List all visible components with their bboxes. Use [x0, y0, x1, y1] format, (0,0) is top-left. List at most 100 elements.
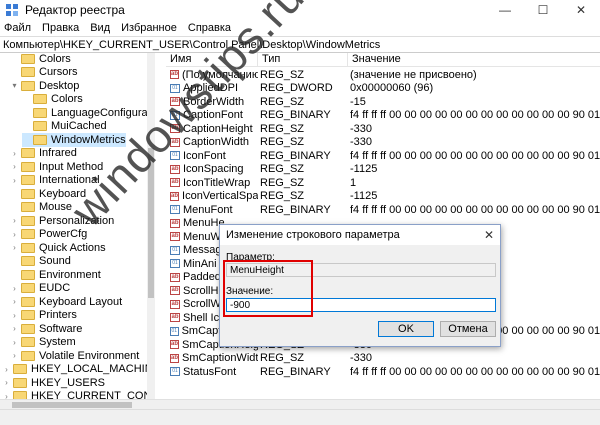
chevron-right-icon[interactable]: › — [10, 176, 19, 185]
ok-button[interactable]: OK — [378, 321, 434, 337]
value-name-cell: ab CaptionWidth — [166, 136, 258, 148]
chevron-right-icon[interactable]: › — [10, 311, 19, 320]
chevron-right-icon[interactable]: › — [10, 324, 19, 333]
tree-item[interactable]: › PowerCfg — [10, 228, 87, 242]
value-row[interactable]: ab CaptionWidth REG_SZ -330 — [166, 136, 600, 150]
tree-item-label: Mouse — [39, 201, 73, 214]
tree-item[interactable]: WindowMetrics — [22, 133, 126, 147]
cancel-button[interactable]: Отмена — [440, 321, 496, 337]
folder-icon — [21, 215, 35, 226]
folder-icon — [21, 269, 35, 280]
menu-favorites[interactable]: Избранное — [121, 22, 177, 34]
horizontal-scrollbar[interactable] — [0, 399, 600, 409]
tree-item[interactable]: › HKEY_USERS — [2, 376, 105, 390]
chevron-right-icon[interactable]: › — [10, 351, 19, 360]
folder-icon — [33, 107, 47, 118]
value-row[interactable]: ab CaptionHeight REG_SZ -330 — [166, 122, 600, 136]
value-name: CaptionWidth — [183, 136, 250, 149]
value-name-cell: ab IconSpacing — [166, 163, 258, 175]
tree-item[interactable]: Colors — [10, 53, 71, 66]
menu-help[interactable]: Справка — [188, 22, 231, 34]
column-value[interactable]: Значение — [348, 53, 600, 66]
tree-item[interactable]: Keyboard — [10, 187, 86, 201]
tree-item[interactable]: › International — [10, 174, 99, 188]
tree-item[interactable]: LanguageConfiguration — [22, 106, 154, 120]
tree-item[interactable]: › Personalization — [10, 214, 114, 228]
title-bar: Редактор реестра — ☐ ✕ — [0, 0, 600, 20]
value-name: Messag — [183, 244, 222, 257]
tree-item[interactable]: › Printers — [10, 309, 77, 323]
binary-value-icon: 01 — [170, 245, 180, 255]
tree-item[interactable]: MuiCached — [22, 120, 107, 134]
tree-item-label: WindowMetrics — [51, 133, 126, 146]
value-name-cell: ab BorderWidth — [166, 96, 258, 108]
tree-item[interactable]: ▾ Desktop — [10, 79, 79, 93]
chevron-right-icon[interactable]: › — [10, 284, 19, 293]
tree-item[interactable]: Colors — [22, 93, 83, 107]
maximize-button[interactable]: ☐ — [524, 0, 562, 20]
value-type: REG_SZ — [260, 136, 305, 149]
address-bar[interactable]: Компьютер\HKEY_CURRENT_USER\Control Pane… — [0, 36, 600, 53]
menu-edit[interactable]: Правка — [42, 22, 79, 34]
hscroll-thumb[interactable] — [12, 402, 132, 408]
tree-scrollbar[interactable] — [147, 53, 155, 399]
address-path: Компьютер\HKEY_CURRENT_USER\Control Pane… — [3, 38, 381, 51]
chevron-right-icon[interactable]: › — [2, 392, 11, 399]
chevron-right-icon[interactable]: › — [10, 243, 19, 252]
tree-item[interactable]: Cursors — [10, 66, 78, 80]
value-row[interactable]: 01 MenuFont REG_BINARY f4 ff ff ff 00 00 00… — [166, 203, 600, 217]
tree-item-label: Sound — [39, 255, 71, 268]
value-row[interactable]: ab (По умолчанию) REG_SZ (значение не присв… — [166, 68, 600, 82]
chevron-right-icon[interactable]: › — [10, 162, 19, 171]
tree-item[interactable]: › HKEY_LOCAL_MACHINE — [2, 363, 154, 377]
minimize-button[interactable]: — — [486, 0, 524, 20]
value-name-cell: ab IconTitleWrap — [166, 177, 258, 189]
tree-item[interactable]: › EUDC — [10, 282, 70, 296]
value-row[interactable]: 01 CaptionFont REG_BINARY f4 ff ff ff 00 00… — [166, 109, 600, 123]
menu-view[interactable]: Вид — [90, 22, 110, 34]
chevron-right-icon[interactable]: › — [10, 216, 19, 225]
value-type: REG_SZ — [260, 68, 305, 81]
value-row[interactable]: ab IconTitleWrap REG_SZ 1 — [166, 176, 600, 190]
tree-item-label: Desktop — [39, 79, 80, 92]
value-name-cell: ab SmCaptionWidth — [166, 352, 258, 364]
column-type[interactable]: Тип — [258, 53, 348, 66]
tree-item-label: HKEY_CURRENT_CONFIG — [31, 390, 154, 399]
value-name-cell: 01 StatusFont — [166, 366, 258, 378]
string-value-icon: ab — [170, 313, 180, 323]
tree-item-label: Quick Actions — [39, 241, 106, 254]
value-row[interactable]: ab BorderWidth REG_SZ -15 — [166, 95, 600, 109]
value-row[interactable]: ab SmCaptionWidth REG_SZ -330 — [166, 352, 600, 366]
tree-item[interactable]: › Input Method — [10, 160, 103, 174]
tree-item[interactable]: Environment — [10, 268, 101, 282]
value-row[interactable]: 01 IconFont REG_BINARY f4 ff ff ff 00 00 00… — [166, 149, 600, 163]
tree-item[interactable]: › Infrared — [10, 147, 77, 161]
value-row[interactable]: ab IconSpacing REG_SZ -1125 — [166, 163, 600, 177]
chevron-right-icon[interactable]: › — [10, 338, 19, 347]
menu-file[interactable]: Файл — [4, 22, 31, 34]
tree-item[interactable]: › Keyboard Layout — [10, 295, 122, 309]
chevron-right-icon[interactable]: › — [2, 365, 11, 374]
tree-item[interactable]: › Quick Actions — [10, 241, 106, 255]
tree-item[interactable]: › HKEY_CURRENT_CONFIG — [2, 390, 154, 399]
tree-scroll-thumb[interactable] — [148, 148, 154, 298]
tree-item[interactable]: Mouse — [10, 201, 72, 215]
tree-item[interactable]: › Volatile Environment — [10, 349, 139, 363]
regedit-icon — [5, 3, 19, 17]
column-name[interactable]: Имя — [166, 53, 258, 66]
chevron-right-icon[interactable]: › — [10, 149, 19, 158]
value-row[interactable]: 01 AppliedDPI REG_DWORD 0x00000060 (96) — [166, 82, 600, 96]
value-row[interactable]: abIconVerticalSpac...REG_SZ -1125 — [166, 190, 600, 204]
tree-item[interactable]: Sound — [10, 255, 71, 269]
chevron-right-icon[interactable]: › — [10, 297, 19, 306]
chevron-right-icon[interactable]: › — [10, 230, 19, 239]
chevron-right-icon[interactable]: › — [2, 378, 11, 387]
value-row[interactable]: 01 StatusFont REG_BINARY f4 ff ff ff 00 00 … — [166, 365, 600, 379]
close-button[interactable]: ✕ — [562, 0, 600, 20]
tree-item[interactable]: › Software — [10, 322, 82, 336]
value-data: f4 ff ff ff 00 00 00 00 00 00 00 00 00 0… — [350, 109, 600, 122]
dialog-close-icon[interactable]: ✕ — [484, 228, 494, 242]
value-data: (значение не присвоено) — [350, 68, 477, 81]
tree-item[interactable]: › System — [10, 336, 76, 350]
chevron-down-icon[interactable]: ▾ — [10, 81, 19, 90]
